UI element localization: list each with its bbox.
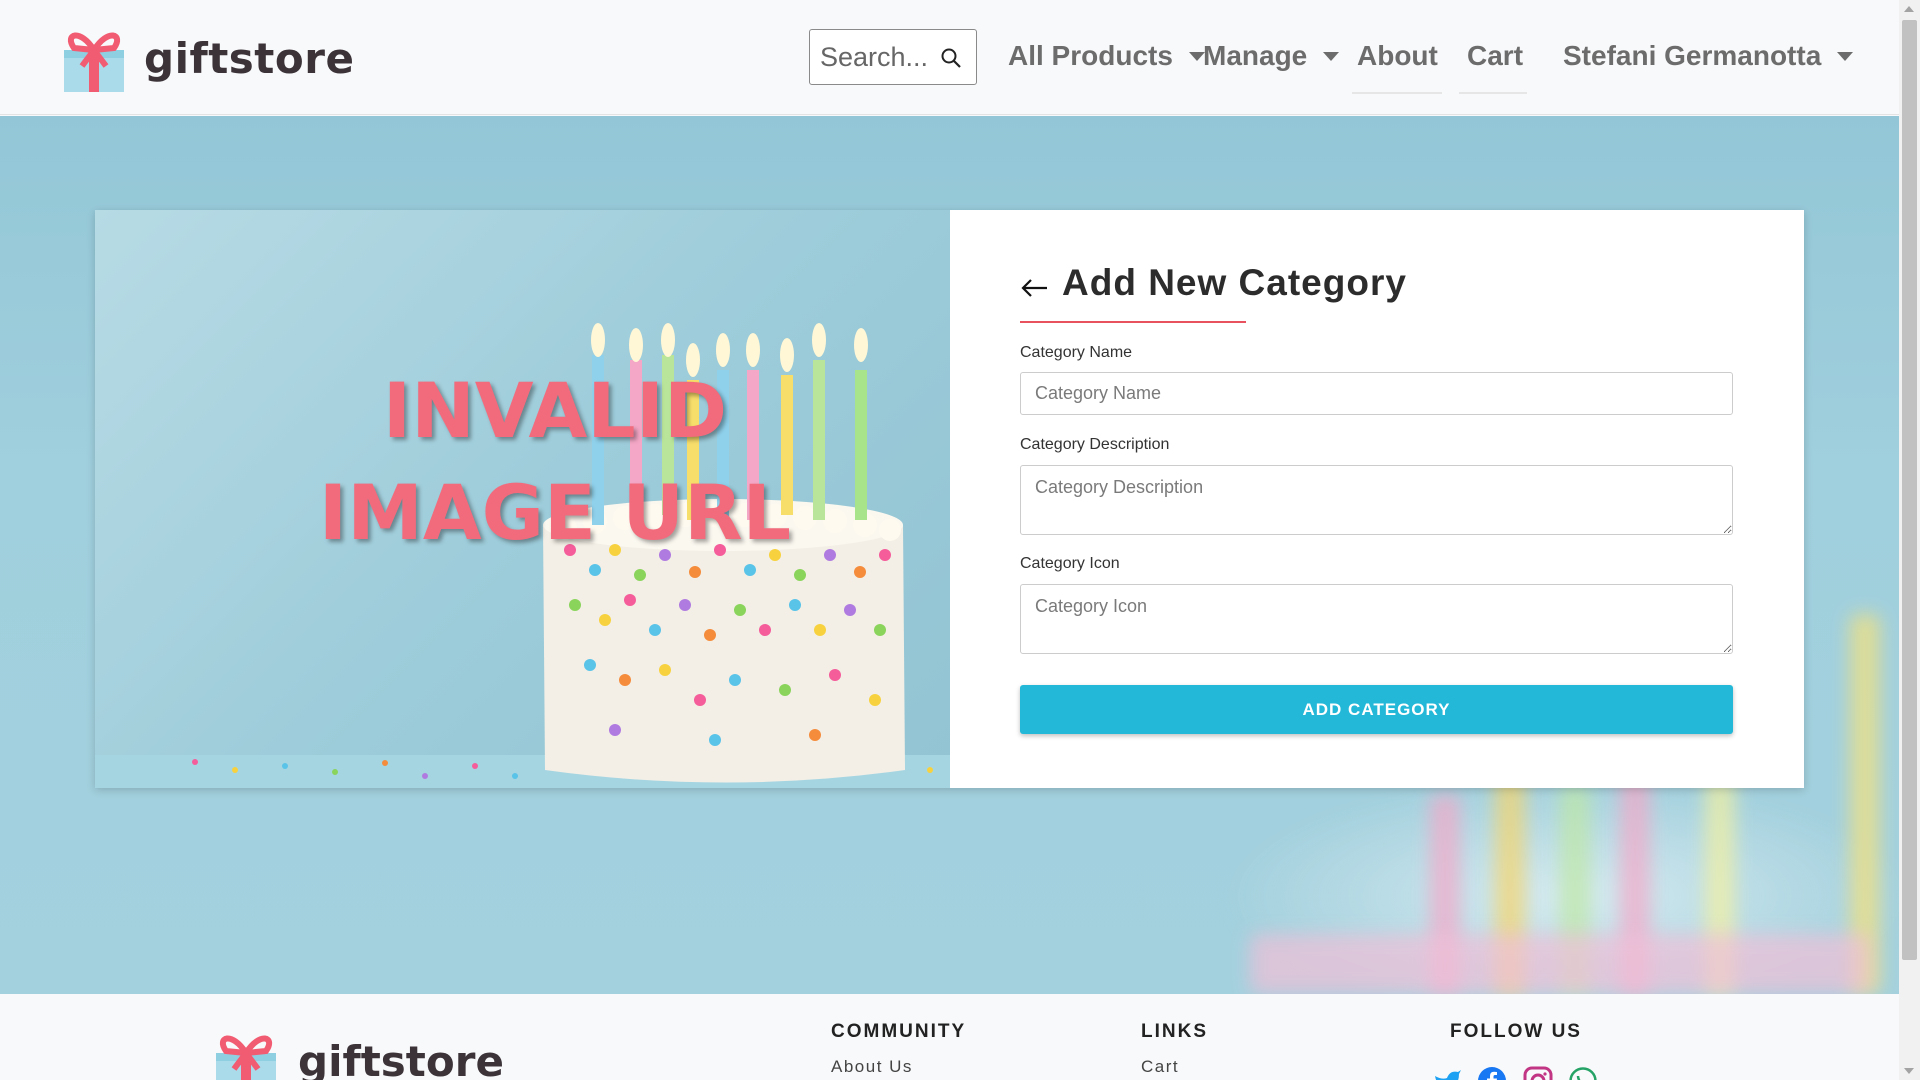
footer-brand-name: giftstore	[298, 1036, 504, 1080]
invalid-image-message: INVALID IMAGE URL	[285, 360, 825, 564]
category-description-label: Category Description	[1020, 436, 1170, 453]
twitter-icon[interactable]	[1432, 1066, 1462, 1080]
category-description-input[interactable]	[1020, 465, 1733, 535]
nav-user-menu[interactable]: Stefani Germanotta	[1563, 36, 1854, 76]
footer-heading-community: COMMUNITY	[831, 1021, 967, 1042]
brand-name: giftstore	[144, 33, 355, 83]
category-name-label: Category Name	[1020, 344, 1133, 361]
nav-manage[interactable]: Manage	[1203, 36, 1340, 76]
search-icon[interactable]	[940, 47, 962, 69]
invalid-image-line1: INVALID	[382, 366, 728, 455]
add-category-button[interactable]: ADD CATEGORY	[1020, 685, 1733, 734]
whatsapp-icon[interactable]	[1568, 1066, 1598, 1080]
nav-about-underline	[1352, 92, 1442, 94]
nav-cart-label: Cart	[1467, 40, 1524, 71]
navbar: giftstore All Products Manage About Cart…	[0, 0, 1899, 115]
footer-heading-follow-us: FOLLOW US	[1450, 1021, 1582, 1042]
footer-heading-links: LINKS	[1141, 1021, 1208, 1042]
add-category-form: Add New Category Category Name Category …	[950, 210, 1804, 788]
footer-brand[interactable]: giftstore	[212, 1025, 504, 1080]
user-name: Stefani Germanotta	[1563, 40, 1822, 71]
scroll-up-icon[interactable]	[1904, 6, 1914, 12]
nav-manage-label: Manage	[1203, 40, 1308, 71]
form-title: Add New Category	[1062, 262, 1407, 303]
category-icon-label: Category Icon	[1020, 555, 1120, 572]
facebook-icon[interactable]	[1477, 1066, 1507, 1080]
nav-about-label: About	[1357, 40, 1438, 71]
scroll-thumb[interactable]	[1902, 20, 1917, 960]
category-image: INVALID IMAGE URL	[95, 210, 950, 788]
nav-all-products-label: All Products	[1008, 40, 1173, 71]
chevron-down-icon	[1323, 51, 1340, 61]
nav-cart[interactable]: Cart	[1467, 36, 1523, 76]
gift-logo-icon	[64, 32, 124, 92]
footer-link-cart[interactable]: Cart	[1141, 1057, 1179, 1077]
search-input[interactable]	[820, 41, 938, 73]
nav-all-products[interactable]: All Products	[1008, 36, 1205, 76]
instagram-icon[interactable]	[1523, 1066, 1553, 1080]
page-scrollbar[interactable]	[1899, 0, 1920, 1080]
add-category-card: INVALID IMAGE URL Add New Category Categ…	[95, 210, 1804, 788]
nav-cart-underline	[1459, 92, 1527, 94]
chevron-down-icon	[1837, 51, 1854, 61]
back-arrow-icon[interactable]	[1020, 278, 1048, 298]
scroll-down-icon[interactable]	[1904, 1068, 1914, 1074]
search-box	[809, 29, 977, 85]
footer: giftstore COMMUNITY About Us LINKS Cart …	[0, 995, 1899, 1080]
footer-link-about-us[interactable]: About Us	[831, 1057, 913, 1077]
category-name-input[interactable]	[1020, 372, 1733, 415]
brand-link[interactable]: giftstore	[60, 22, 354, 94]
hero-blur-sprinkles	[1250, 934, 1870, 994]
nav-about[interactable]: About	[1357, 36, 1438, 76]
invalid-image-line2: IMAGE URL	[318, 468, 792, 557]
title-underline	[1020, 321, 1246, 323]
gift-logo-icon	[216, 1035, 276, 1080]
category-icon-input[interactable]	[1020, 584, 1733, 654]
